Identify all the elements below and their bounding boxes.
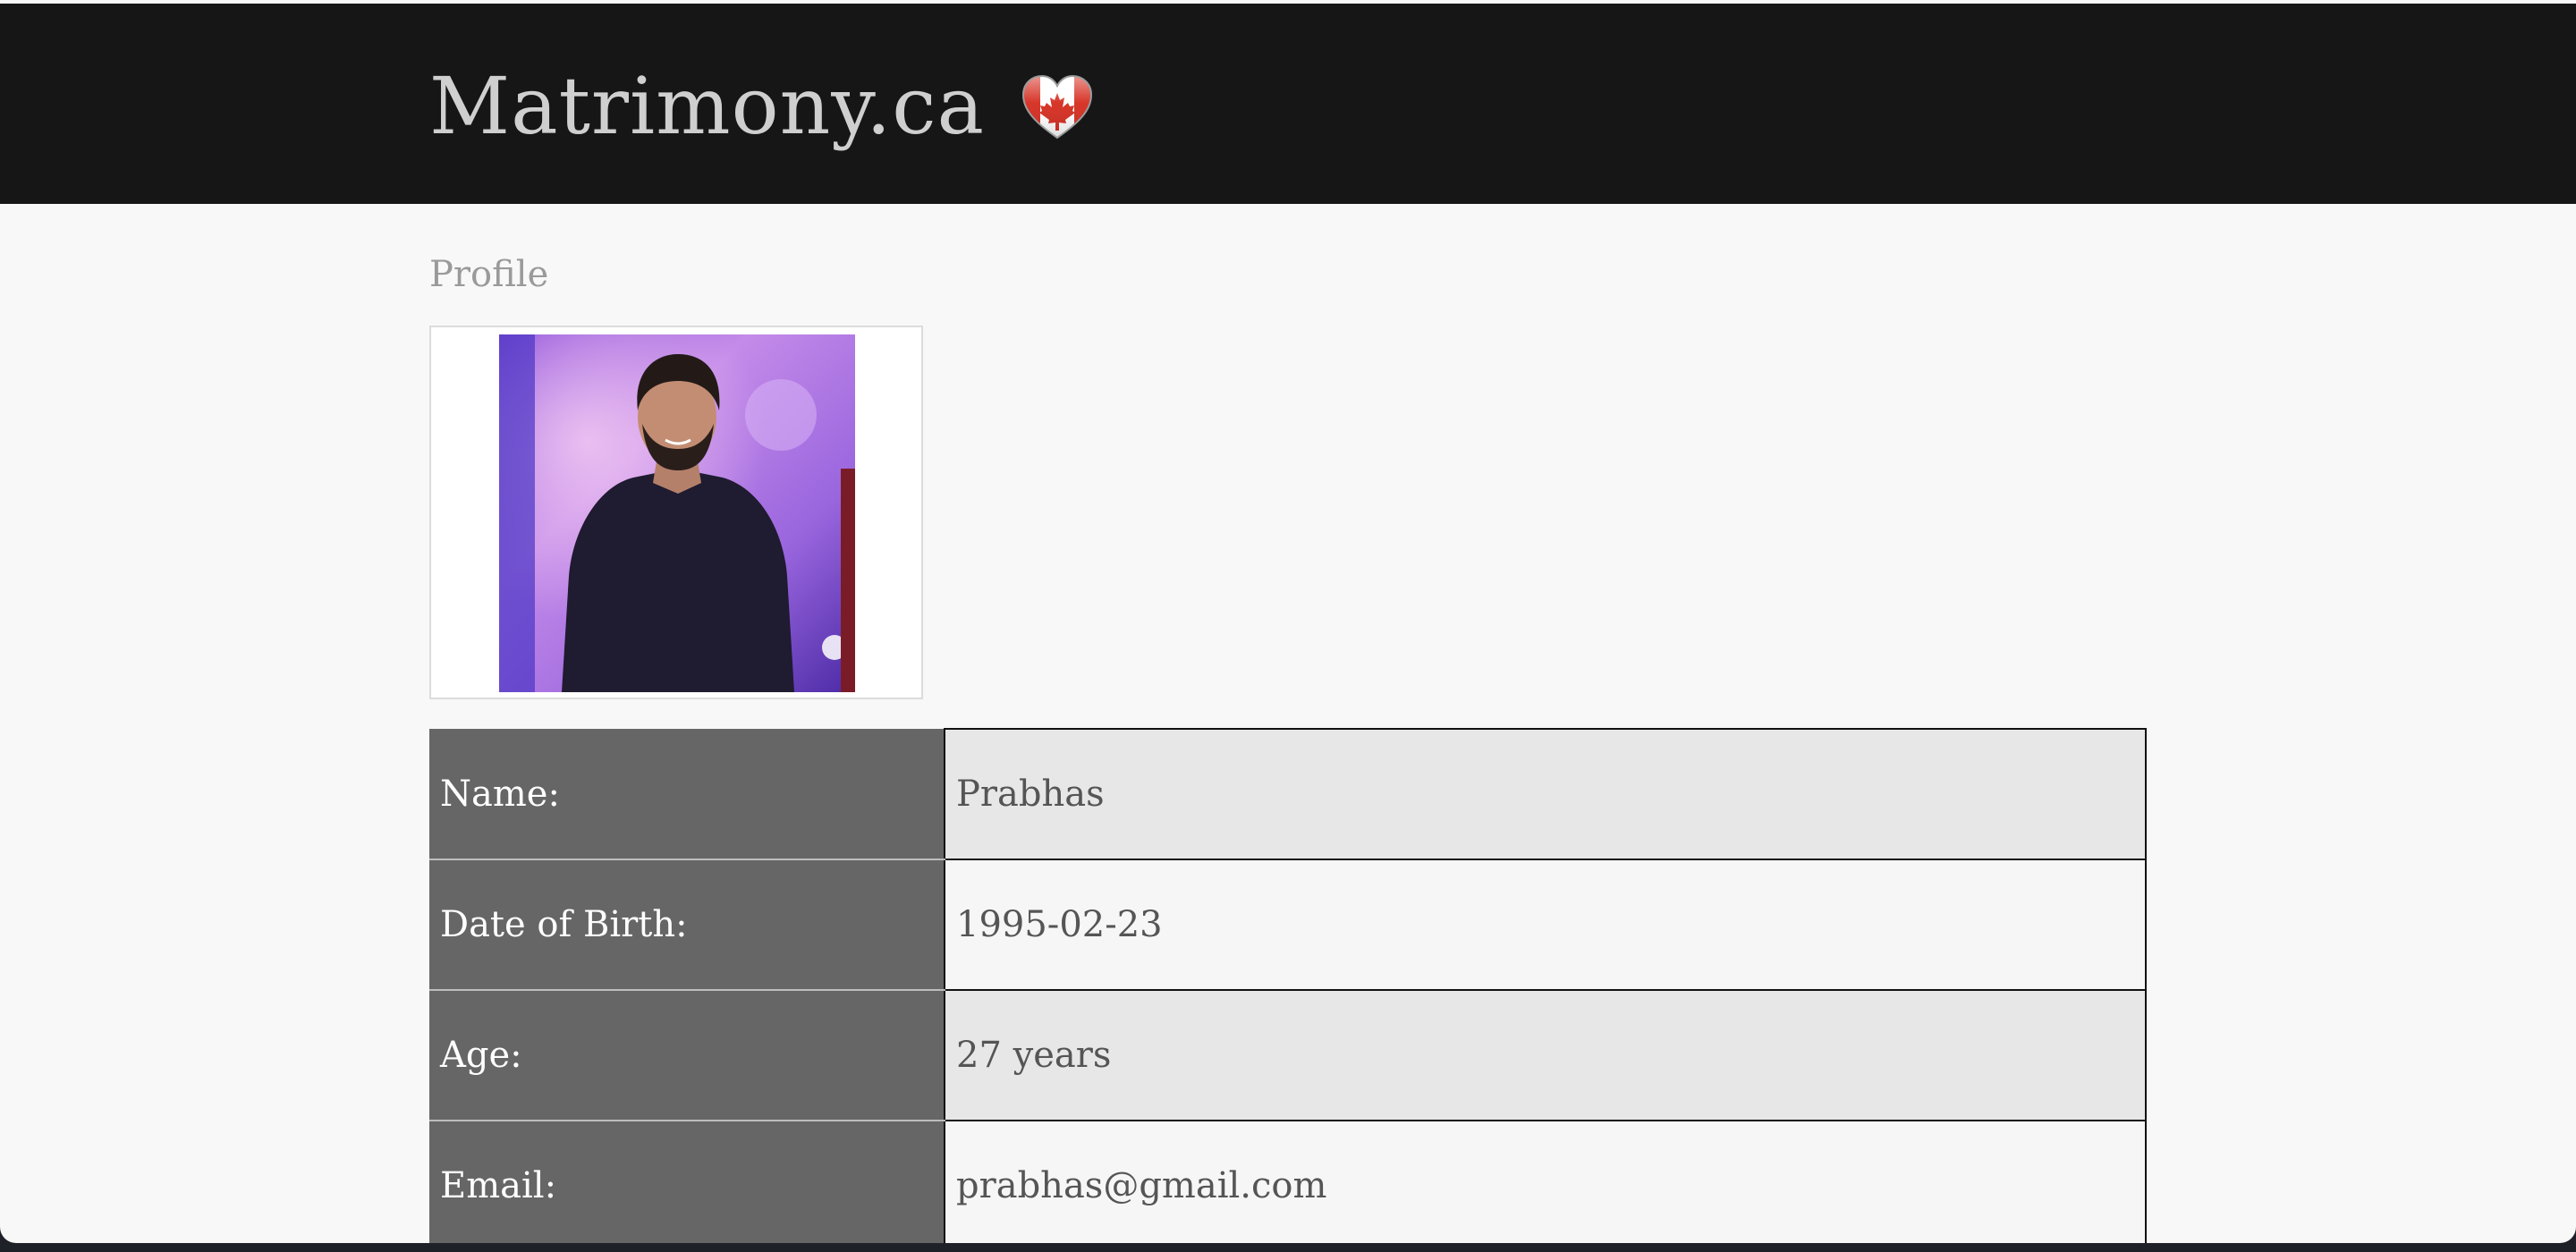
table-row: Name: Prabhas [429, 728, 2147, 860]
name-value: Prabhas [944, 728, 2147, 860]
age-label: Age: [429, 990, 945, 1121]
profile-details-table: Name: Prabhas Date of Birth: 1995-02-23 … [429, 728, 2147, 1243]
table-row: Age: 27 years [429, 989, 2147, 1121]
name-label: Name: [429, 729, 945, 860]
email-label: Email: [429, 1121, 945, 1243]
profile-photo [499, 334, 855, 692]
table-row: Date of Birth: 1995-02-23 [429, 859, 2147, 991]
email-value: prabhas@gmail.com [944, 1120, 2147, 1243]
profile-section-title: Profile [429, 254, 549, 295]
site-header: Matrimony.ca [0, 4, 2576, 204]
age-value: 27 years [944, 989, 2147, 1121]
browser-window: Matrimony.ca Profile Name: Prabhas Date … [0, 0, 2576, 1243]
canada-flag-heart-icon [1021, 74, 1093, 140]
date-of-birth-label: Date of Birth: [429, 859, 945, 991]
brand[interactable]: Matrimony.ca [429, 57, 1094, 156]
site-title[interactable]: Matrimony.ca [429, 57, 985, 156]
profile-photo-frame [429, 326, 923, 699]
date-of-birth-value: 1995-02-23 [944, 859, 2147, 991]
table-row: Email: prabhas@gmail.com [429, 1120, 2147, 1243]
